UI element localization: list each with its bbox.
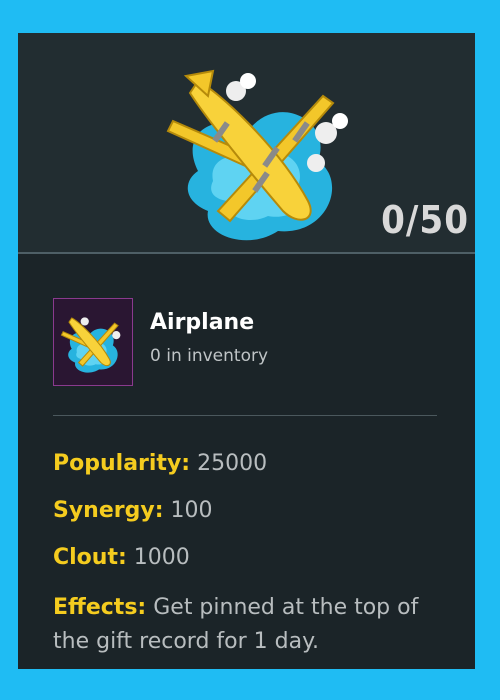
stat-effects: Effects: Get pinned at the top of the gi… [53,591,443,659]
preview-divider [18,252,475,254]
gift-count: 0/50 [381,198,469,242]
stat-synergy: Synergy: 100 [53,494,443,528]
stat-value: 25000 [197,451,268,476]
airplane-gift-icon [60,317,121,373]
item-thumbnail [53,298,133,386]
stat-clout: Clout: 1000 [53,541,443,575]
gift-preview: 0/50 [18,33,475,253]
gift-detail-card: 0/50 Airplane 0 in inventory Popularity:… [18,33,475,669]
inventory-count: 0 in inventory [150,346,269,366]
stat-label: Popularity: [53,451,191,476]
stat-value: 1000 [133,545,190,570]
stat-label: Effects: [53,595,147,620]
section-divider [53,415,437,416]
item-name: Airplane [150,310,255,335]
stat-value: 100 [170,498,213,523]
stat-label: Synergy: [53,498,164,523]
stat-popularity: Popularity: 25000 [53,447,443,481]
airplane-gift-icon [166,69,348,241]
item-header: Airplane 0 in inventory [53,298,453,388]
stat-label: Clout: [53,545,127,570]
